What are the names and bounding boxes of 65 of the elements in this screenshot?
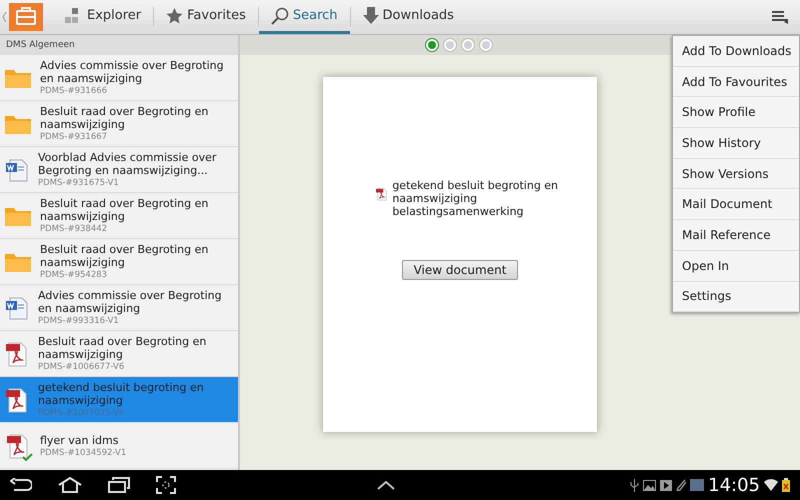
menu-item[interactable]: Add To Favourites [673,66,799,98]
star-icon [166,8,184,24]
section-header: DMS Algemeen [0,35,238,55]
tab[interactable]: Explorer [53,0,154,34]
battery-icon [782,478,790,492]
item-title: Besluit raad over Begroting en naamswijziging [38,335,208,361]
list-item[interactable]: Besluit raad over Begroting en naamswijziging PDMS-#938442 [0,193,238,239]
recent-apps-icon[interactable] [108,477,130,493]
view-document-button[interactable]: View document [402,260,518,280]
page-dot[interactable] [443,38,457,52]
item-title: getekend besluit begroting en naamswijziging [38,381,205,407]
pen-icon [676,479,686,491]
back-icon[interactable] [10,478,32,492]
menu-icon[interactable] [772,10,788,24]
menu-item[interactable]: Mail Reference [673,220,799,251]
wifi-icon [764,478,778,492]
list-item[interactable]: Advies commissie over Begroting en naamswijziging PDMS-#993316-V1 [0,285,238,331]
menu-item[interactable]: Open In [673,250,799,282]
item-code: PDMS-#938442 [40,224,108,234]
list-item[interactable]: Advies commissie over Begroting en naamswijziging PDMS-#931666 [0,55,238,101]
menu-item[interactable]: Show History [673,128,799,159]
item-title: Advies commissie over Begroting en naamswijziging [38,289,223,315]
screenshot-icon[interactable] [156,476,176,494]
list-item[interactable]: flyer van idms PDMS-#1034592-V1 [0,423,238,469]
clock-time: 14:05 [708,474,760,496]
page-dot[interactable] [479,38,493,52]
list-item[interactable]: Voorblad Advies commissie over Begroting en naamswijziging... PDMS-#931675-V1 [0,147,238,193]
page-dot[interactable] [425,38,439,52]
menu-item[interactable]: Show Versions [673,158,799,190]
tab[interactable]: Favorites [154,0,258,34]
home-icon[interactable] [58,477,82,493]
item-title: Besluit raad over Begroting en naamswijziging [40,243,210,269]
list-item[interactable]: getekend besluit begroting en naamswijziging PDMS-#1007025-V6 [0,377,238,423]
page-dot[interactable] [461,38,475,52]
item-code: PDMS-#931667 [40,132,108,142]
usb-icon [630,478,640,492]
search-icon [270,6,289,24]
thumbnail-icon [690,479,704,491]
document-title: getekend besluit begroting en naamswijziging belastingsamenwerking [392,179,560,218]
menu-item[interactable]: Settings [673,282,799,312]
briefcase-app-icon[interactable] [9,3,43,31]
item-code: PDMS-#993316-V1 [38,316,120,326]
tab[interactable]: Downloads [350,0,466,34]
play-icon [660,480,672,490]
item-code: PDMS-#1007025-V6 [38,408,126,418]
menu-item[interactable]: Add To Downloads [673,36,799,67]
item-title: Besluit raad over Begroting en naamswijziging [40,197,210,223]
item-code: PDMS-#931666 [40,86,108,96]
download-arrow-icon [362,7,379,24]
item-title: Voorblad Advies commissie over Begroting en naamswijziging... [38,151,218,177]
image-icon [643,480,656,490]
item-code: PDMS-#1006677-V6 [38,362,126,372]
item-code: PDMS-#931675-V1 [38,178,120,188]
item-code: PDMS-#1034592-V1 [40,448,126,458]
menu-item[interactable]: Mail Document [673,189,799,220]
word-file-icon [4,294,30,320]
item-title: Advies commissie over Begroting en naamswijziging [40,59,225,85]
item-code: PDMS-#954283 [40,270,108,280]
caret-up-icon[interactable] [377,480,395,490]
list-item[interactable]: Besluit raad over Begroting en naamswijziging PDMS-#931667 [0,101,238,147]
item-title: Besluit raad over Begroting en naamswijziging [40,105,210,131]
item-title: flyer van idms [40,434,120,446]
list-item[interactable]: Besluit raad over Begroting en naamswijziging PDMS-#954283 [0,239,238,285]
word-file-icon [4,156,30,182]
menu-item[interactable]: Show Profile [673,97,799,128]
